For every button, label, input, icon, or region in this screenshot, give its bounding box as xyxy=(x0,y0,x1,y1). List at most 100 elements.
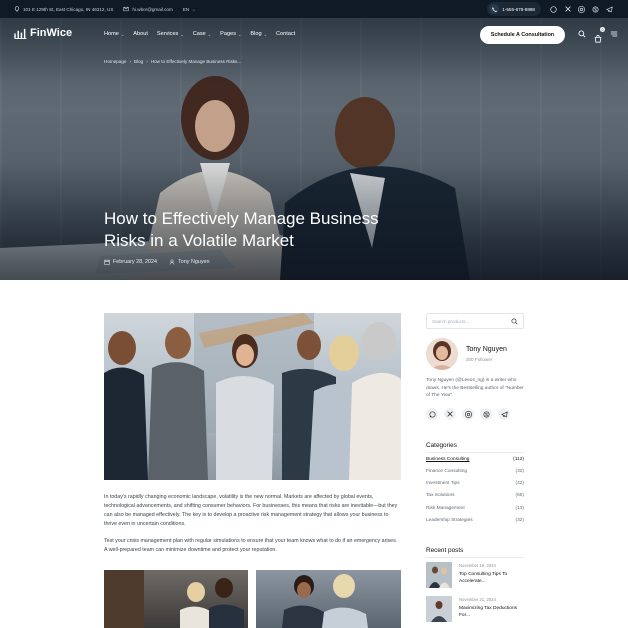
category-name: Leadership Strategies xyxy=(426,518,473,523)
category-item[interactable]: Finance Consulting (32) xyxy=(426,469,524,474)
author-name[interactable]: Tony Nguyen xyxy=(466,346,507,353)
category-count: (32) xyxy=(515,518,524,523)
hero-banner: FinWice Home ⌄ About Services ⌄ Case ⌄ Page… xyxy=(0,18,628,280)
author-social-links xyxy=(426,408,510,420)
menu-icon[interactable] xyxy=(610,30,618,38)
recent-post-date: November 16, 2024 xyxy=(459,563,496,568)
email-text[interactable]: hi.wbor@gmail.com xyxy=(132,7,172,12)
author-bio: Tony Nguyen (@Leeos_ng) is a writer who … xyxy=(426,378,524,399)
post-date-text: February 28, 2024 xyxy=(113,259,158,265)
menu-label: Home xyxy=(104,31,119,37)
recent-posts-divider xyxy=(426,557,524,558)
whatsapp-icon[interactable] xyxy=(549,5,558,14)
recent-post-thumbnail xyxy=(426,596,452,622)
chevron-down-icon: ⌄ xyxy=(263,31,267,37)
menu-item-case[interactable]: Case ⌄ xyxy=(193,31,211,37)
search-input[interactable]: Search products... xyxy=(426,313,524,329)
address-text: 101 E 129th St, East Chicago, IN 46312, … xyxy=(23,6,114,12)
schedule-consultation-button[interactable]: Schedule A Consultation xyxy=(480,26,565,44)
calendar-icon xyxy=(104,259,110,265)
category-item[interactable]: Tax Solutions (65) xyxy=(426,493,524,498)
x-icon[interactable] xyxy=(444,408,456,420)
recent-post-date: November 21, 2024 xyxy=(459,597,496,602)
menu-label: Services xyxy=(156,31,179,37)
logo-bars-icon xyxy=(14,28,27,39)
breadcrumb: Homepage › Blog › How to Effectively Man… xyxy=(104,59,241,64)
phone-icon xyxy=(489,4,500,14)
category-name: Finance Consulting xyxy=(426,469,468,474)
category-count: (32) xyxy=(515,469,524,474)
instagram-icon[interactable] xyxy=(577,5,586,14)
category-name: Risk Management xyxy=(426,506,465,511)
post-title: How to Effectively Manage Business Risks… xyxy=(104,209,379,250)
telegram-icon[interactable] xyxy=(605,5,614,14)
post-date: February 28, 2024 xyxy=(104,259,157,265)
brand-logo[interactable]: FinWice xyxy=(14,27,72,39)
brand-name: FinWice xyxy=(30,27,73,39)
category-item[interactable]: Leadership Strategies (32) xyxy=(426,518,524,523)
chevron-down-icon: ⌵ xyxy=(192,6,196,12)
category-name: Business Consulting xyxy=(426,457,470,462)
author-avatar xyxy=(426,338,458,370)
article-paragraph: In today's rapidly changing economic lan… xyxy=(104,494,398,527)
recent-posts-heading: Recent posts xyxy=(426,547,464,554)
cart-count-badge: 0 xyxy=(600,27,605,32)
menu-item-about[interactable]: About xyxy=(133,31,148,37)
cart-button[interactable]: 0 xyxy=(594,27,605,48)
category-item[interactable]: Investment Tips (42) xyxy=(426,481,524,486)
email[interactable]: hi.wbor@gmail.com xyxy=(123,6,173,12)
search-icon[interactable] xyxy=(578,30,586,38)
recent-post-thumbnail xyxy=(426,562,452,588)
language-select[interactable]: EN ⌵ xyxy=(183,7,195,12)
category-item[interactable]: Business Consulting (112) xyxy=(426,457,524,462)
phone-link[interactable]: 1-555-678-8888 xyxy=(487,2,541,16)
menu-label: Pages xyxy=(220,31,237,37)
category-count: (13) xyxy=(515,506,524,511)
breadcrumb-current: How to Effectively Manage Business Risks… xyxy=(150,59,242,64)
instagram-icon[interactable] xyxy=(462,408,474,420)
category-count: (112) xyxy=(513,457,524,462)
article-image-left xyxy=(104,570,248,628)
search-placeholder: Search products... xyxy=(432,318,470,324)
post-meta: February 28, 2024 Tony Nguyen xyxy=(104,259,210,265)
post-author[interactable]: Tony Nguyen xyxy=(169,259,210,265)
breadcrumb-blog[interactable]: Blog xyxy=(134,59,143,64)
menu-label: Blog xyxy=(250,31,262,37)
breadcrumb-home[interactable]: Homepage xyxy=(104,59,126,64)
main-navigation: FinWice Home ⌄ About Services ⌄ Case ⌄ Page… xyxy=(0,18,628,52)
skype-icon[interactable] xyxy=(591,5,600,14)
menu-item-home[interactable]: Home ⌄ xyxy=(104,31,124,37)
recent-post-title[interactable]: Top Consulting Tips To Accelerate... xyxy=(459,571,525,585)
menu-item-blog[interactable]: Blog ⌄ xyxy=(250,31,267,37)
menu-item-services[interactable]: Services ⌄ xyxy=(157,31,184,37)
menu-label: Contact xyxy=(275,31,296,37)
telegram-icon[interactable] xyxy=(498,408,510,420)
top-social-links xyxy=(549,5,614,14)
categories-divider xyxy=(426,452,524,453)
post-author-name: Tony Nguyen xyxy=(178,259,210,265)
category-item[interactable]: Risk Management (13) xyxy=(426,506,524,511)
phone-number: 1-555-678-8888 xyxy=(502,6,535,12)
search-icon[interactable] xyxy=(511,318,518,325)
location-pin-icon xyxy=(14,6,20,12)
cart-icon xyxy=(594,35,602,43)
chevron-down-icon: ⌄ xyxy=(120,31,125,37)
whatsapp-icon[interactable] xyxy=(426,408,438,420)
menu-label: About xyxy=(133,31,148,37)
menu-item-contact[interactable]: Contact xyxy=(276,31,295,37)
chevron-down-icon: ⌄ xyxy=(180,31,184,37)
category-name: Tax Solutions xyxy=(426,493,455,498)
menu-item-pages[interactable]: Pages ⌄ xyxy=(220,31,241,37)
recent-post-item[interactable]: November 21, 2024 Maximizing Tax Deducti… xyxy=(426,596,526,622)
recent-post-title[interactable]: Maximizing Tax Deductions For... xyxy=(459,605,525,619)
skype-icon[interactable] xyxy=(480,408,492,420)
category-count: (65) xyxy=(515,493,524,498)
mail-icon xyxy=(123,6,130,12)
chevron-right-icon: › xyxy=(129,59,132,64)
address: 101 E 129th St, East Chicago, IN 46312, … xyxy=(14,6,113,12)
x-icon[interactable] xyxy=(563,5,572,14)
recent-post-item[interactable]: November 16, 2024 Top Consulting Tips To… xyxy=(426,562,526,588)
category-count: (42) xyxy=(515,481,524,486)
menu-label: Case xyxy=(192,31,206,37)
article-featured-image xyxy=(104,313,401,480)
